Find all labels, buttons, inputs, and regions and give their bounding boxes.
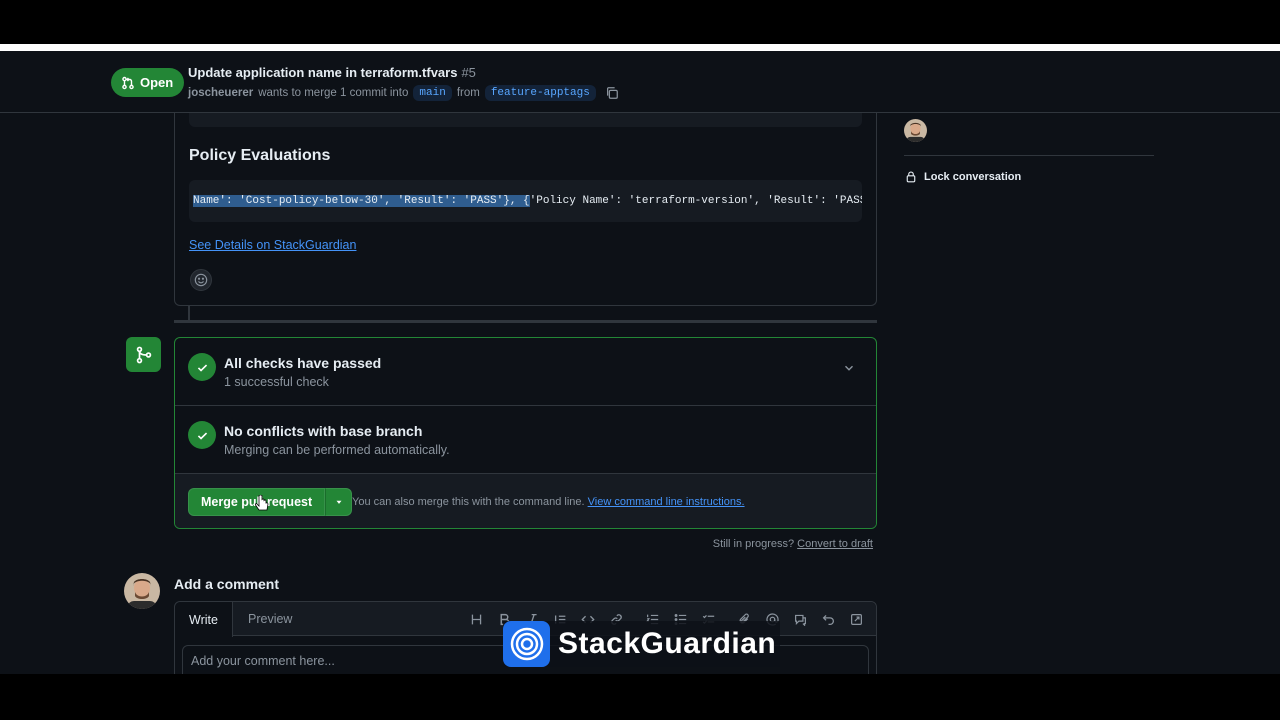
video-letterbox-bottom [0,674,1280,720]
draft-text: Still in progress? [712,538,795,550]
conflicts-status [188,421,216,449]
pr-author-link[interactable]: joscheuerer [188,87,253,99]
lock-conversation-button[interactable]: Lock conversation [905,170,1021,183]
triangle-down-icon [336,500,342,504]
chevron-down-icon[interactable] [842,361,856,380]
merge-status-icon [126,337,161,372]
mouse-pointer-icon [255,495,269,511]
git-merge-icon [136,346,151,363]
convert-to-draft-link[interactable]: Convert to draft [797,538,873,550]
pull-request-icon [122,76,134,89]
smiley-icon [194,273,208,287]
add-reaction-button[interactable] [190,269,212,291]
conflicts-subtitle: Merging can be performed automatically. [224,443,450,457]
selected-code-text: Name': 'Cost-policy-below-30', 'Result':… [193,195,530,207]
previous-code-block [189,113,862,127]
heading-icon[interactable] [462,605,490,633]
command-line-hint-text: You can also merge this with the command… [352,496,585,508]
undo-icon[interactable] [814,605,842,633]
draft-line: Still in progress? Convert to draft [713,538,873,550]
command-line-hint: You can also merge this with the command… [352,496,745,508]
pr-merge-text: wants to merge 1 commit into [258,87,409,99]
merge-box: All checks have passed 1 successful chec… [174,337,877,529]
add-comment-title: Add a comment [174,576,280,592]
pr-title: Update application name in terraform.tfv… [188,65,476,80]
pr-from-text: from [456,87,480,99]
copy-icon[interactable] [605,86,619,100]
policy-code-block: Name': 'Cost-policy-below-30', 'Result':… [189,180,862,222]
pr-title-text: Update application name in terraform.tfv… [188,65,458,80]
bot-comment: Policy Evaluations Name': 'Cost-policy-b… [174,91,877,306]
tab-preview[interactable]: Preview [248,602,292,636]
avatar[interactable] [124,573,160,609]
check-icon [197,431,207,440]
merge-actions-row: Merge pull request You can also merge th… [175,474,876,528]
pr-state-badge: Open [111,68,185,97]
pr-number: #5 [461,65,476,80]
policy-evaluations-heading: Policy Evaluations [189,147,331,164]
lock-conversation-label: Lock conversation [924,170,1022,183]
tab-write[interactable]: Write [175,602,233,637]
checks-row[interactable]: All checks have passed 1 successful chec… [175,338,876,406]
conflicts-row: No conflicts with base branch Merging ca… [175,406,876,474]
stackguardian-logo-icon [503,621,550,667]
fullscreen-icon[interactable] [842,605,870,633]
sidebar-participant-avatar[interactable] [904,119,927,142]
checks-title: All checks have passed [224,355,382,371]
base-branch-label[interactable]: main [413,85,452,101]
timeline-line [188,306,190,320]
command-line-instructions-link[interactable]: View command line instructions. [588,496,745,508]
check-status [188,353,216,381]
pr-meta: joscheuerer wants to merge 1 commit into… [188,85,619,101]
video-letterbox-top [0,0,1280,44]
checks-subtitle: 1 successful check [224,375,329,389]
code-text: 'Policy Name': 'terraform-version', 'Res… [529,195,862,207]
stackguardian-watermark: StackGuardian [503,621,781,667]
watermark-text: StackGuardian [558,627,777,660]
cross-reference-icon[interactable] [786,605,814,633]
check-icon [197,363,207,372]
merge-button-group: Merge pull request [188,488,353,516]
sidebar-divider [904,155,1154,156]
merge-method-dropdown[interactable] [325,488,353,516]
conflicts-title: No conflicts with base branch [224,423,423,439]
github-pr-page: Open Update application name in terrafor… [0,51,1280,674]
stackguardian-details-link[interactable]: See Details on StackGuardian [189,238,356,252]
pr-state-label: Open [140,75,174,90]
timeline-divider [174,320,877,323]
head-branch-label[interactable]: feature-apptags [484,85,596,101]
browser-edge [0,44,1280,51]
lock-icon [906,171,916,183]
pr-sticky-header: Open Update application name in terrafor… [0,51,1280,113]
